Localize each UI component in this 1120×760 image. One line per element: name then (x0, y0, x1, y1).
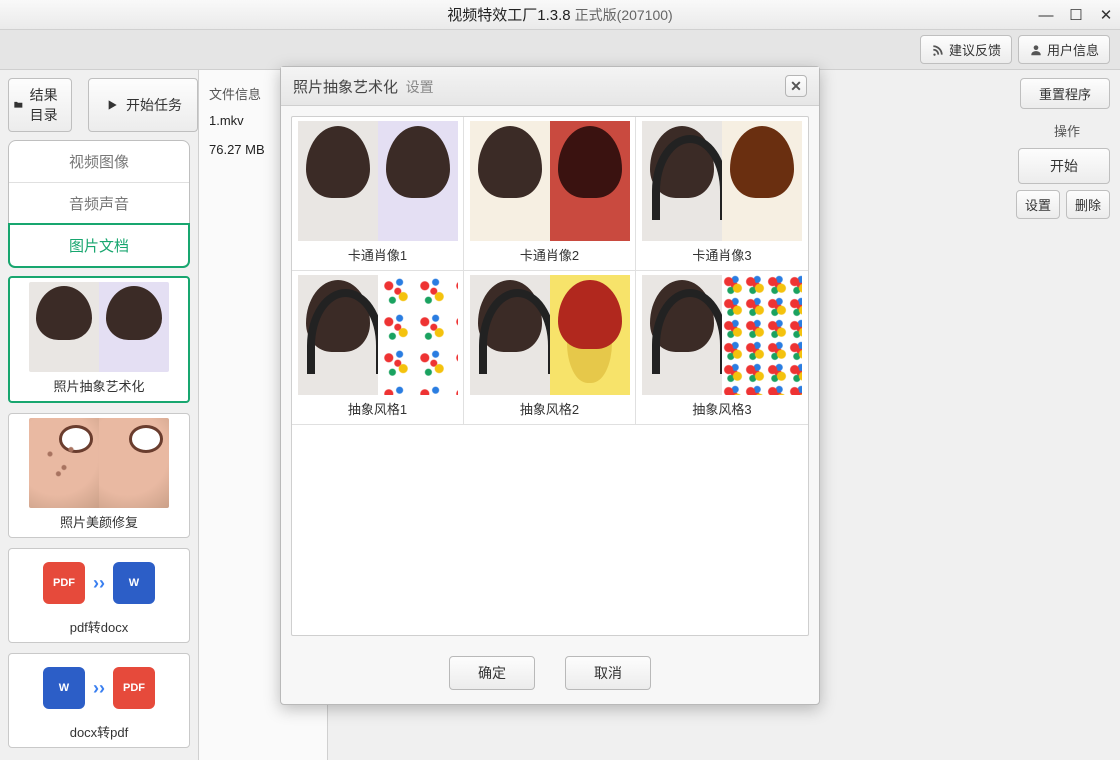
style-option-abstract-3[interactable]: 抽象风格3 (636, 271, 808, 425)
style-option-abstract-1[interactable]: 抽象风格1 (292, 271, 464, 425)
style-grid: 卡通肖像1 卡通肖像2 卡通肖像3 (291, 116, 809, 636)
style-option-cartoon-2[interactable]: 卡通肖像2 (464, 117, 636, 271)
style-label: 卡通肖像1 (348, 245, 407, 264)
dialog-cancel-button[interactable]: 取消 (565, 656, 651, 690)
dialog-footer: 确定 取消 (281, 646, 819, 704)
dialog-subtitle: 设置 (406, 79, 434, 95)
dialog-body: 卡通肖像1 卡通肖像2 卡通肖像3 (281, 106, 819, 646)
style-option-cartoon-3[interactable]: 卡通肖像3 (636, 117, 808, 271)
minimize-icon[interactable]: — (1038, 7, 1054, 24)
dialog-title: 照片抽象艺术化 (293, 79, 398, 96)
style-settings-dialog: 照片抽象艺术化 设置 ✕ 卡通肖像1 (280, 66, 820, 705)
style-option-abstract-2[interactable]: 抽象风格2 (464, 271, 636, 425)
app-subtitle: 正式版(207100) (575, 5, 673, 25)
style-label: 卡通肖像3 (692, 245, 751, 264)
style-label: 抽象风格2 (520, 399, 579, 418)
close-icon[interactable]: ✕ (1098, 6, 1114, 24)
dialog-close-button[interactable]: ✕ (785, 75, 807, 97)
style-label: 卡通肖像2 (520, 245, 579, 264)
dialog-overlay: 照片抽象艺术化 设置 ✕ 卡通肖像1 (0, 30, 1120, 760)
style-label: 抽象风格1 (348, 399, 407, 418)
style-option-cartoon-1[interactable]: 卡通肖像1 (292, 117, 464, 271)
maximize-icon[interactable]: ☐ (1068, 6, 1084, 24)
dialog-ok-button[interactable]: 确定 (449, 656, 535, 690)
app-title: 视频特效工厂1.3.8 (447, 4, 570, 25)
dialog-header: 照片抽象艺术化 设置 ✕ (281, 67, 819, 106)
title-bar: 视频特效工厂1.3.8 正式版(207100) — ☐ ✕ (0, 0, 1120, 30)
style-label: 抽象风格3 (692, 399, 751, 418)
window-controls: — ☐ ✕ (1038, 0, 1114, 30)
